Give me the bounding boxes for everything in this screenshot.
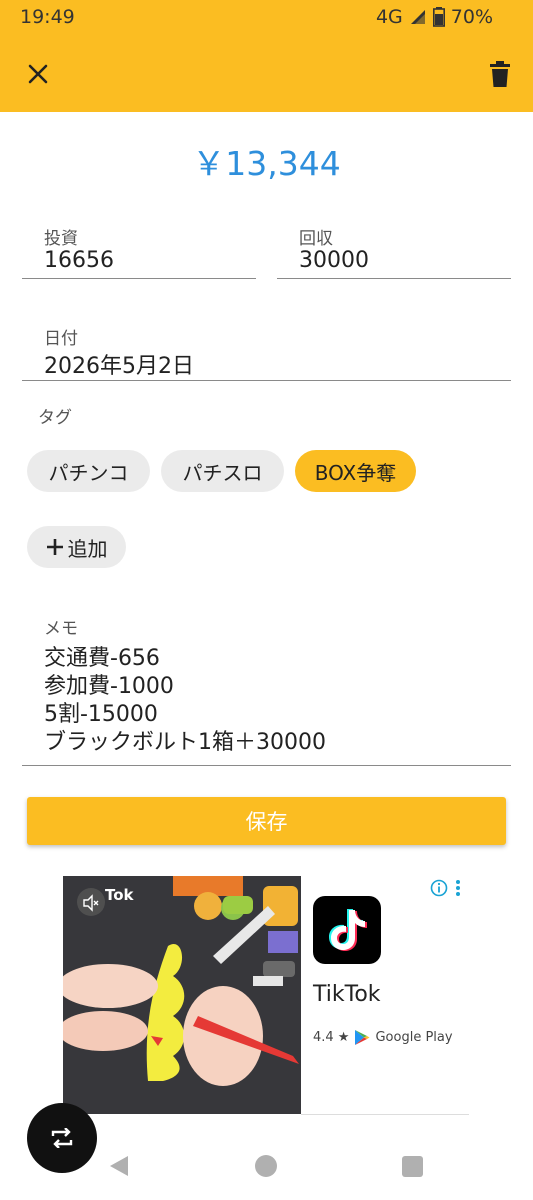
ad-store: Google Play [375,1030,453,1045]
battery-level: 70% [450,6,493,28]
tiktok-note-icon [329,909,367,951]
add-tag-button[interactable]: 追加 [27,526,126,568]
date-label: 日付 [44,329,78,349]
back-icon[interactable] [108,1155,130,1177]
date-value: 2026年5月2日 [44,354,194,379]
memo-underline [22,765,511,766]
tags-label: タグ [38,408,72,428]
recents-icon[interactable] [402,1156,423,1177]
plus-icon [46,539,63,555]
battery-icon [432,7,445,27]
ad-more-icon[interactable] [455,879,461,897]
status-bar: 19:49 4G 70% [0,0,533,36]
ad-video[interactable]: Tok [63,876,301,1114]
signal-icon [410,10,425,24]
home-icon[interactable] [254,1154,278,1178]
recovery-value: 30000 [299,248,369,273]
close-icon [28,64,48,84]
add-tag-label: 追加 [67,536,108,561]
ad-info: TikTok 4.4 ★ Google Play [301,876,469,1115]
tag-chip-box[interactable]: BOX争奪 [295,450,416,492]
ad-app-name: TikTok [313,982,381,1007]
date-field[interactable]: 日付 2026年5月2日 [22,310,511,381]
ad-info-icon[interactable] [430,879,448,897]
tag-chip-pachislot[interactable]: パチスロ [161,450,284,492]
recovery-label: 回収 [299,229,333,249]
tag-chip-label: BOX争奪 [314,460,397,485]
tag-chip-label: パチスロ [182,460,263,485]
investment-value: 16656 [44,248,114,273]
memo-label: メモ [44,619,78,639]
tag-chip-label: パチンコ [48,460,129,485]
recovery-field[interactable]: 回収 30000 [277,210,511,279]
status-time: 19:49 [20,6,75,28]
tiktok-logo-icon [313,896,381,964]
investment-label: 投資 [44,229,78,249]
google-play-icon [355,1030,370,1045]
close-button[interactable] [20,56,56,92]
ad-banner[interactable]: Tok TikTok 4.4 ★ Google Play [63,876,469,1115]
trash-icon [490,61,510,87]
ad-video-watermark: Tok [105,886,134,904]
network-type: 4G [375,6,403,28]
tag-chip-pachinko[interactable]: パチンコ [27,450,150,492]
mute-icon[interactable] [82,894,100,912]
save-button[interactable]: 保存 [27,797,506,845]
investment-field[interactable]: 投資 16656 [22,210,256,279]
delete-button[interactable] [482,56,518,92]
ad-rating: 4.4 ★ [313,1030,350,1045]
memo-line: ブラックボルト1箱＋30000 [44,730,326,755]
balance-amount: ￥13,344 [192,144,341,183]
system-nav-bar [0,1140,533,1200]
